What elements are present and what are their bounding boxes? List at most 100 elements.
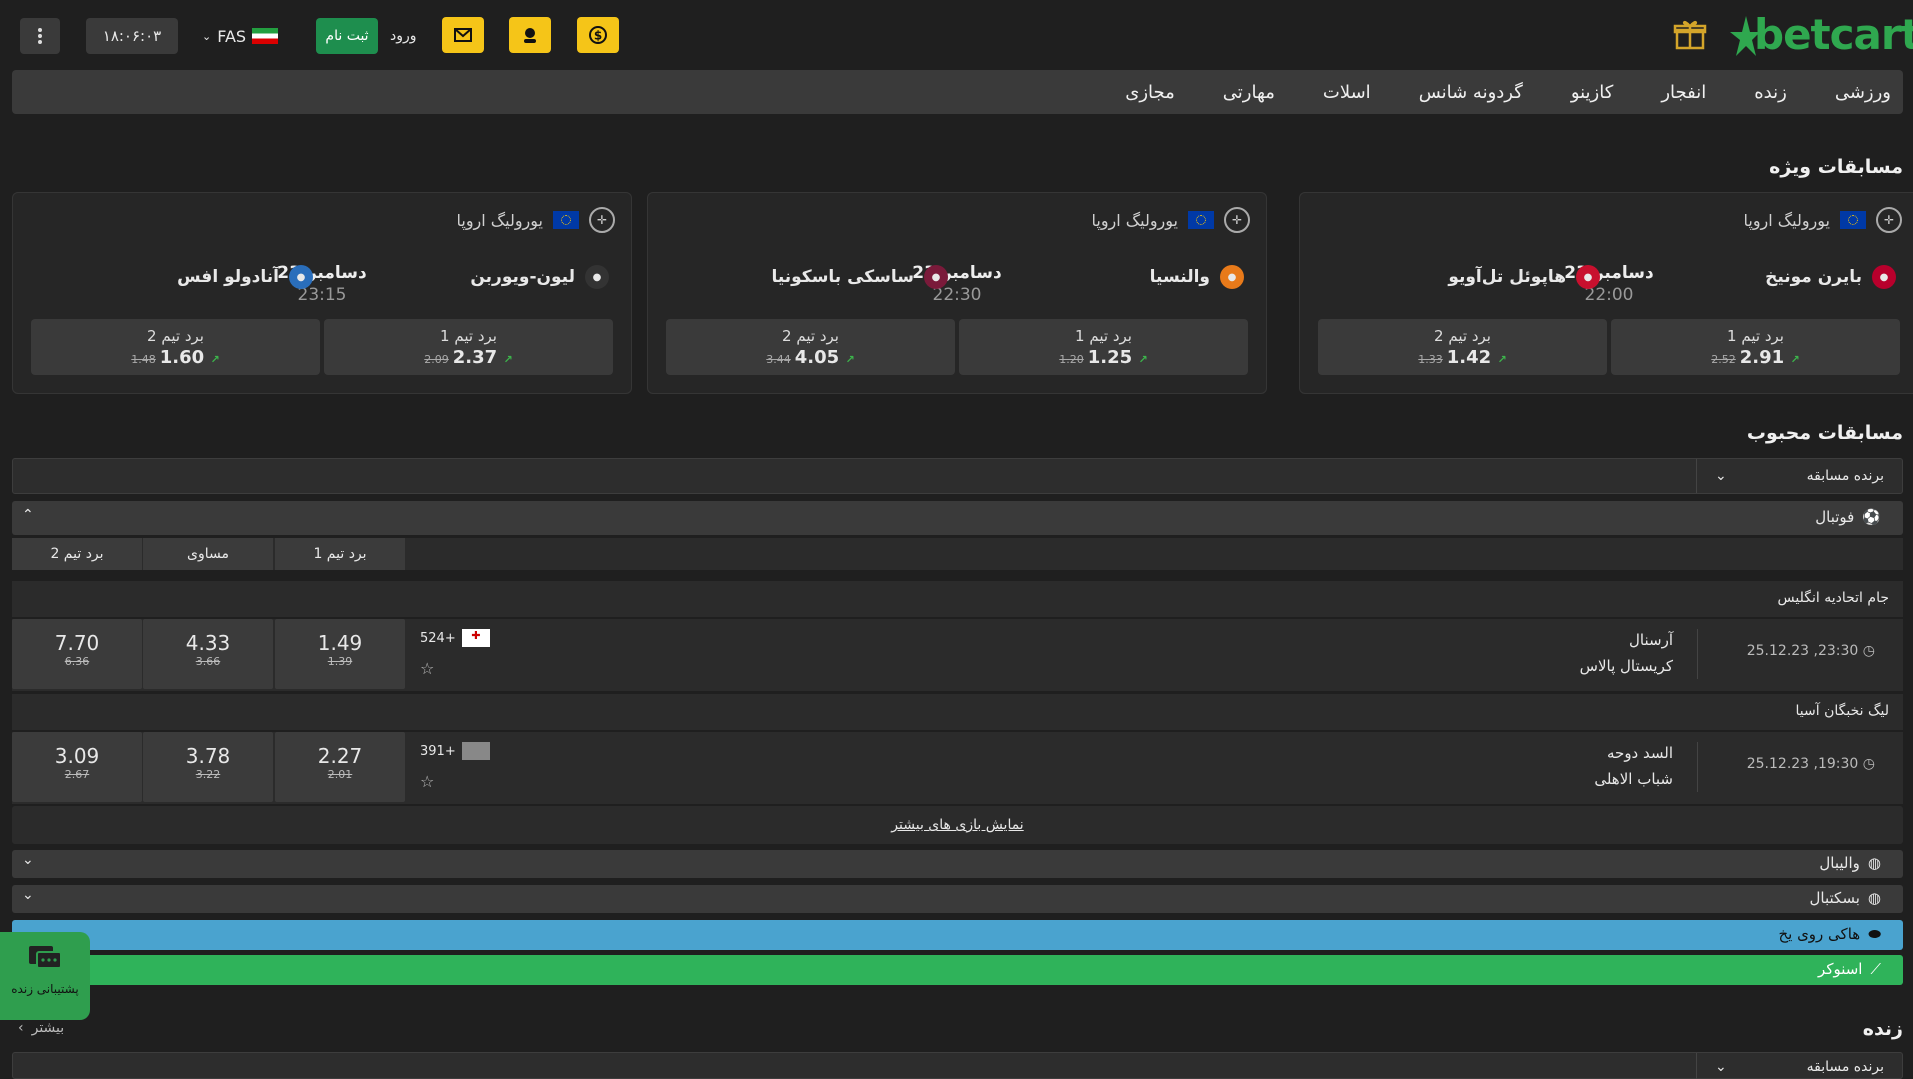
basketball-icon: ✛ [589,207,615,233]
home-team: السد دوحه [1607,744,1673,762]
live-market-selector[interactable]: ⌄ برنده مسابقه [12,1052,1903,1079]
football-header[interactable]: ⚽ فوتبال ⌃ [12,501,1903,535]
col-team1-header: برد تیم 1 [275,538,405,570]
odd-old: 1.20 [1059,353,1084,366]
odd-old: 2.67 [64,768,90,781]
market-label: برنده مسابقه [1806,1058,1884,1075]
away-team: کریستال پالاس [1579,657,1673,675]
odd-old: 2.01 [327,768,353,781]
sport-label: هاکی روی یخ [1778,925,1861,943]
league-header: ✛ یورولیگ اروپا [456,207,615,233]
football-icon: ⚽ [1862,508,1881,526]
odd-value: 7.70 [54,631,100,655]
nav-item-0[interactable]: ورزشی [1835,82,1891,103]
col-draw-header: مساوی [143,538,273,570]
deposit-button[interactable]: $ [577,17,619,53]
support-agent-button[interactable] [509,17,551,53]
favorite-star-icon[interactable]: ☆ [420,659,434,678]
odd-team1-button[interactable]: برد تیم 1 1.20 1.25 ↗ [959,319,1248,375]
featured-card[interactable]: ✛ یورولیگ اروپا ● لیون-ویوربن دسامبر 23 … [12,192,632,394]
nav-item-4[interactable]: گردونه شانس [1419,82,1523,103]
team2-logo-icon: ● [924,265,948,289]
sport-row-basketball[interactable]: ◍ بسکتبال ⌄ [12,885,1903,913]
register-button[interactable]: ثبت نام [316,18,378,54]
trend-up-icon: ↗ [845,353,855,366]
odd-team1-button[interactable]: 2.27 2.01 [275,732,405,802]
odd-team2-button[interactable]: برد تیم 2 1.33 1.42 ↗ [1318,319,1607,375]
chevron-up-icon: ⌃ [22,507,34,523]
odd-old: 2.09 [424,353,449,366]
gift-icon[interactable] [1672,16,1708,52]
england-flag-icon: ✚ [462,629,490,647]
more-vertical-icon [38,28,42,44]
odd-draw-button[interactable]: 4.33 3.66 [143,619,273,689]
nav-item-2[interactable]: انفجار [1661,82,1706,103]
more-menu-button[interactable] [20,18,60,54]
nav-item-7[interactable]: مجازی [1125,82,1175,103]
odd-value: 1.49 [317,631,363,655]
sport-row-snooker[interactable]: ⟋ اسنوکر [12,955,1903,985]
nav-item-6[interactable]: مهارتی [1223,82,1275,103]
chevron-left-icon: ‹ [18,1020,24,1036]
live-more-link[interactable]: ‹ بیشتر [18,1020,64,1036]
odd-value: 2.91 [1739,347,1785,368]
hockey-puck-icon: ⬬ [1868,925,1881,943]
svg-text:$: $ [594,29,602,43]
league-row: لیگ نخبگان آسیا [12,694,1903,730]
messages-button[interactable] [442,17,484,53]
match-datetime: 25.12.23 ,23:30 ◷ [1746,643,1875,659]
odd-label: برد تیم 1 [1075,327,1132,345]
odd-team2-button[interactable]: برد تیم 2 1.48 1.60 ↗ [31,319,320,375]
odd-label: برد تیم 2 [1434,327,1491,345]
col-team2-header: برد تیم 2 [12,538,142,570]
odd-team2-button[interactable]: 7.70 6.36 [12,619,142,689]
sport-label: والیبال [1819,854,1860,872]
odd-team1-button[interactable]: 1.49 1.39 [275,619,405,689]
live-support-widget[interactable]: پشتیبانی زنده [0,932,90,1020]
odd-value: 2.27 [317,744,363,768]
chevron-down-icon: ⌄ [202,29,212,43]
brand-logo[interactable]: betcart [1728,10,1913,59]
login-button[interactable]: ورود [390,18,420,54]
popular-title: مسابقات محبوب [1746,422,1903,444]
eu-flag-icon [1188,211,1214,229]
nav-item-5[interactable]: اسلات [1323,82,1371,103]
sport-row-ice-hockey[interactable]: ⬬ هاکی روی یخ [12,920,1903,950]
market-selector[interactable]: ⌄ برنده مسابقه [12,458,1903,494]
dollar-icon: $ [589,26,607,44]
odd-value: 1.25 [1087,347,1133,368]
odd-team2-button[interactable]: برد تیم 2 3.44 4.05 ↗ [666,319,955,375]
league-name: یورولیگ اروپا [456,210,543,230]
basketball-icon: ◍ [1867,889,1881,907]
odd-value: 4.05 [794,347,840,368]
featured-card[interactable]: ✛ یورولیگ اروپا ● بایرن مونیخ دسامبر 23 … [1299,192,1913,394]
more-markets-count[interactable]: 524+ [420,631,456,646]
odd-old: 1.33 [1418,353,1443,366]
nav-item-3[interactable]: کازینو [1571,82,1614,103]
odd-team1-button[interactable]: برد تیم 1 2.52 2.91 ↗ [1611,319,1900,375]
odd-value: 1.42 [1446,347,1492,368]
odd-draw-button[interactable]: 3.78 3.22 [143,732,273,802]
eu-flag-icon [553,211,579,229]
nav-item-1[interactable]: زنده [1754,82,1787,103]
team2-name: ساسکی باسکونیا [771,267,914,287]
sport-label: بسکتبال [1809,889,1860,907]
league-name: لیگ نخبگان آسیا [1795,703,1889,719]
favorite-star-icon[interactable]: ☆ [420,772,434,791]
odd-team2-button[interactable]: 3.09 2.67 [12,732,142,802]
league-name: یورولیگ اروپا [1743,210,1830,230]
cue-icon: ⟋ [1870,960,1881,978]
team2-name: هاپوئل تل‌آویو [1448,267,1566,287]
main-nav: ورزشی زنده انفجار کازینو گردونه شانس اسلات مها… [12,70,1903,114]
odd-team1-button[interactable]: برد تیم 1 2.09 2.37 ↗ [324,319,613,375]
sport-row-volleyball[interactable]: ◍ والیبال ⌄ [12,850,1903,878]
show-more-link[interactable]: نمایش بازی های بیشتر [12,806,1903,844]
more-markets-count[interactable]: 391+ [420,744,456,759]
featured-title: مسابقات ویژه [1769,156,1903,178]
clock-icon: ◷ [1862,756,1875,772]
market-label: برنده مسابقه [1806,468,1884,484]
language-selector[interactable]: ⌄ FAS [202,18,279,54]
odd-value: 1.60 [159,347,205,368]
featured-card[interactable]: ✛ یورولیگ اروپا ● والنسیا دسامبر 23 22:3… [647,192,1267,394]
trend-up-icon: ↗ [1138,353,1148,366]
